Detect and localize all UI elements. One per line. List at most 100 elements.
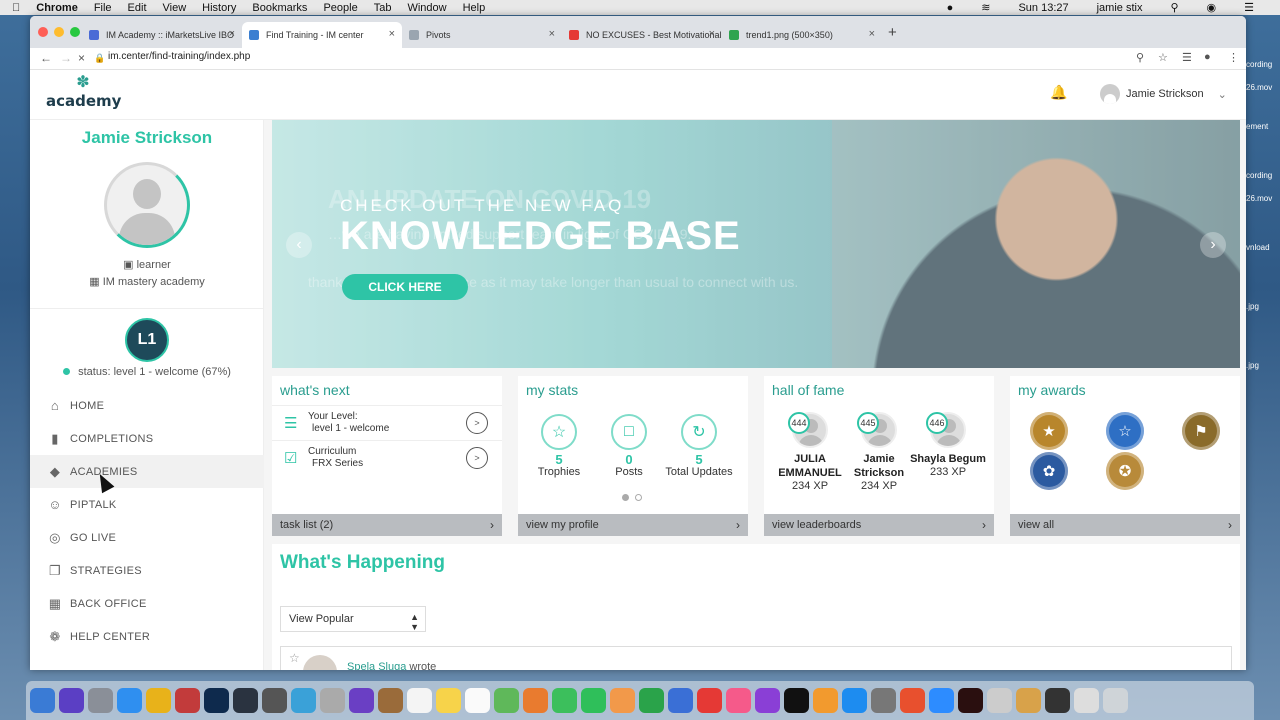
help-app-icon[interactable] (320, 688, 345, 713)
keynote-icon[interactable] (668, 688, 693, 713)
level-badge[interactable]: L1 (125, 318, 169, 362)
close-tab-icon[interactable]: × (389, 28, 395, 40)
notification-bell-icon[interactable]: 🔔 (1050, 84, 1067, 101)
profile-avatar[interactable] (104, 162, 190, 248)
hero-banner[interactable]: AN UPDATE ON COVID-19 …we are having lim… (272, 120, 1240, 368)
facetime-icon[interactable] (581, 688, 606, 713)
zoom-window-button[interactable] (70, 27, 80, 37)
tv-icon[interactable] (784, 688, 809, 713)
go-arrow-icon[interactable]: > (466, 412, 488, 434)
app-icon[interactable] (378, 688, 403, 713)
trash-icon[interactable] (1103, 688, 1128, 713)
avatar[interactable] (303, 655, 337, 670)
view-all-awards-link[interactable]: view all › (1010, 514, 1240, 536)
flag-medal-icon[interactable]: ⚑ (1182, 412, 1220, 450)
close-tab-icon[interactable]: × (869, 28, 875, 40)
carousel-dot[interactable] (635, 494, 642, 501)
menubar-user[interactable]: jamie stix (1097, 2, 1143, 14)
siri-icon[interactable]: ◉ (1207, 1, 1217, 14)
menu-help[interactable]: Help (463, 2, 486, 14)
finder-icon[interactable] (30, 688, 55, 713)
sidebar-item-go-live[interactable]: ◎ GO LIVE (30, 521, 264, 554)
sidebar-item-back-office[interactable]: ▦ BACK OFFICE (30, 587, 264, 620)
sidebar-item-home[interactable]: ⌂ HOME (30, 389, 264, 422)
app-icon[interactable] (262, 688, 287, 713)
carousel-prev-icon[interactable]: ‹ (286, 232, 312, 258)
chrome-menu-icon[interactable]: ⋮ (1228, 51, 1239, 64)
sort-select[interactable]: View Popular ▲ ▼ (280, 606, 426, 632)
pages-icon[interactable] (610, 688, 635, 713)
desktop-file[interactable]: 26.mov (1246, 194, 1280, 203)
desktop-file[interactable]: vnload (1246, 243, 1280, 252)
sidebar-item-help-center[interactable]: ❁ HELP CENTER (30, 620, 264, 653)
app-icon[interactable] (291, 688, 316, 713)
banner-cta-button[interactable]: CLICK HERE (342, 274, 468, 300)
app-icon[interactable] (987, 688, 1012, 713)
bookmark-star-icon[interactable]: ☆ (1158, 51, 1168, 64)
numbers-icon[interactable] (639, 688, 664, 713)
feed-post[interactable]: ☆ Spela Sluga wrote (280, 646, 1232, 670)
desktop-file[interactable]: 26.mov (1246, 83, 1280, 92)
view-leaderboards-link[interactable]: view leaderboards › (764, 514, 994, 536)
forward-arrow-icon[interactable]: → (60, 51, 72, 65)
system-preferences-icon[interactable] (871, 688, 896, 713)
launchpad-icon[interactable] (88, 688, 113, 713)
sidebar-item-strategies[interactable]: ❐ STRATEGIES (30, 554, 264, 587)
books-icon[interactable] (813, 688, 838, 713)
browser-tab-active[interactable]: Find Training - IM center × (242, 22, 402, 48)
sidebar-item-piptalk[interactable]: ☺ PIPTALK (30, 488, 264, 521)
browser-tab[interactable]: Pivots × (402, 22, 562, 48)
carousel-next-icon[interactable]: › (1200, 232, 1226, 258)
calendar-icon[interactable] (407, 688, 432, 713)
chrome-icon[interactable] (146, 688, 171, 713)
imovie-icon[interactable] (349, 688, 374, 713)
desktop-file[interactable]: cording (1246, 60, 1280, 69)
desktop-file[interactable]: .jpg (1246, 361, 1280, 370)
task-list-link[interactable]: task list (2) › (272, 514, 502, 536)
menu-file[interactable]: File (94, 2, 112, 14)
lock-icon[interactable]: 🔒 (94, 53, 105, 64)
notification-center-icon[interactable]: ☰ (1244, 1, 1254, 14)
media-icon[interactable]: ☰ (1182, 51, 1192, 64)
go-arrow-icon[interactable]: > (466, 447, 488, 469)
app-icon[interactable] (958, 688, 983, 713)
safari-icon[interactable] (117, 688, 142, 713)
star-medal-icon[interactable]: ★ (1030, 412, 1068, 450)
new-tab-button[interactable]: + (888, 24, 897, 41)
stop-loading-icon[interactable]: × (78, 51, 85, 65)
notes-icon[interactable] (436, 688, 461, 713)
news-icon[interactable] (697, 688, 722, 713)
post-author-link[interactable]: Spela Sluga (347, 661, 406, 670)
menu-view[interactable]: View (163, 2, 187, 14)
back-arrow-icon[interactable]: ← (40, 51, 52, 65)
address-bar[interactable]: im.center/find-training/index.php (108, 51, 250, 62)
pin-icon[interactable]: ☆ (289, 651, 300, 665)
reminders-icon[interactable] (465, 688, 490, 713)
close-tab-icon[interactable]: × (709, 28, 715, 40)
close-tab-icon[interactable]: × (549, 28, 555, 40)
app-icon[interactable] (1045, 688, 1070, 713)
close-window-button[interactable] (38, 27, 48, 37)
menu-tab[interactable]: Tab (374, 2, 392, 14)
browser-tab[interactable]: trend1.png (500×350) × (722, 22, 882, 48)
trophy-medal-icon[interactable]: ☆ (1106, 412, 1144, 450)
record-icon[interactable]: ● (947, 2, 954, 14)
apple-icon[interactable]:  (12, 2, 20, 14)
app-icon[interactable] (900, 688, 925, 713)
menubar-app-name[interactable]: Chrome (36, 2, 78, 14)
browser-tab[interactable]: NO EXCUSES - Best Motivational × (562, 22, 722, 48)
wifi-icon[interactable]: ≋ (981, 1, 990, 14)
music-icon[interactable] (726, 688, 751, 713)
leaderboard-entry[interactable]: 444 JULIA EMMANUEL 234 XP (772, 412, 848, 492)
carousel-dot[interactable] (622, 494, 629, 501)
menu-bookmarks[interactable]: Bookmarks (252, 2, 307, 14)
zoom-app-icon[interactable] (929, 688, 954, 713)
whats-next-row[interactable]: ☑ Curriculum FRX Series > (272, 440, 502, 474)
sidebar-item-completions[interactable]: ▮ COMPLETIONS (30, 422, 264, 455)
minimize-window-button[interactable] (54, 27, 64, 37)
lightroom-icon[interactable] (233, 688, 258, 713)
view-profile-link[interactable]: view my profile › (518, 514, 748, 536)
menu-people[interactable]: People (323, 2, 357, 14)
menu-edit[interactable]: Edit (128, 2, 147, 14)
spotlight-icon[interactable]: ⚲ (1170, 1, 1178, 14)
